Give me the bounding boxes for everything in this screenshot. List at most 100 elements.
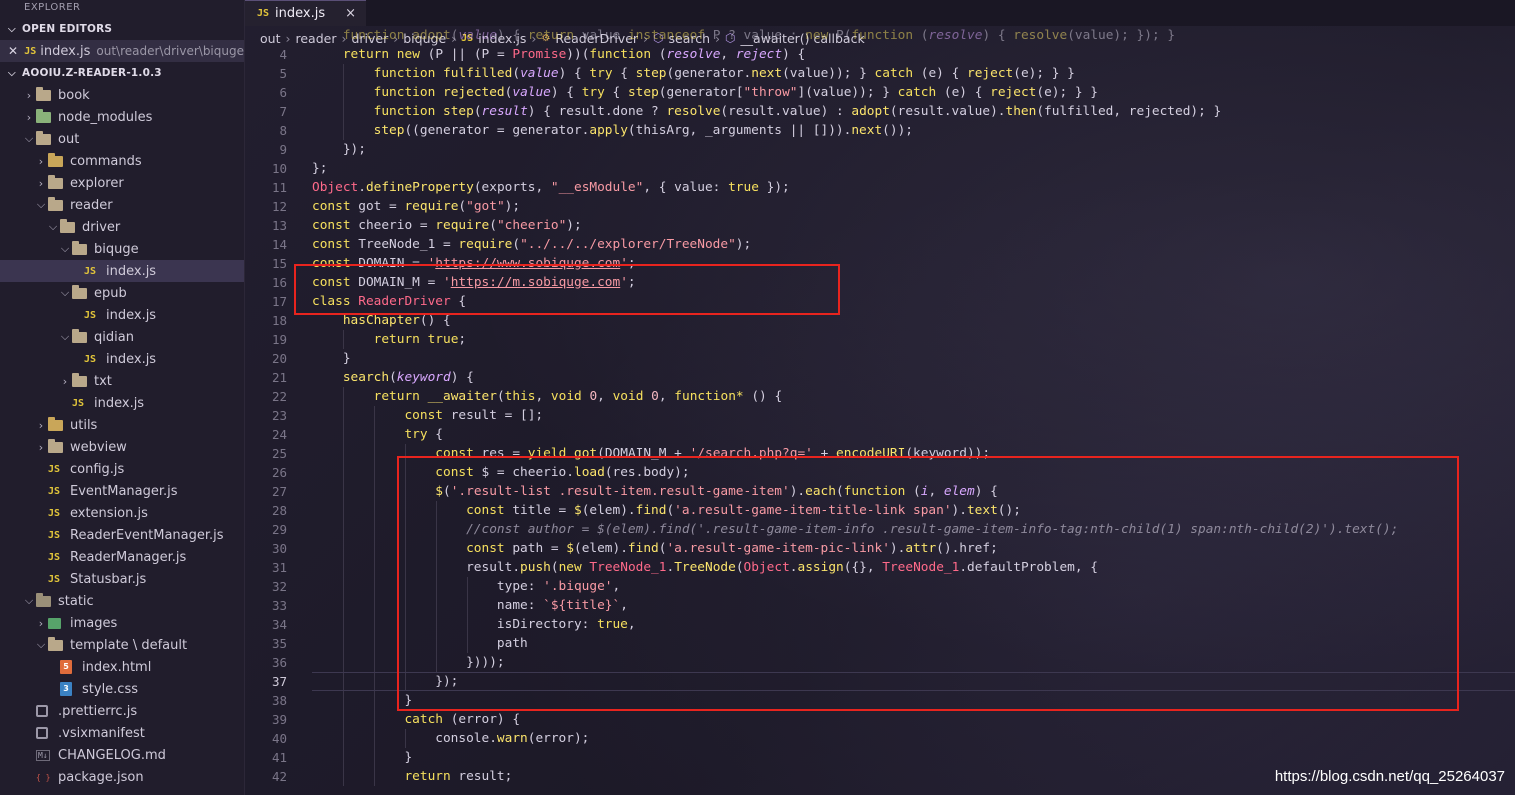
tree-item[interactable]: ⌵ epub [0,282,244,304]
line-number: 36 [271,655,287,670]
tree-item-label: epub [94,285,127,301]
line-number: 17 [271,294,287,309]
tree-item[interactable]: M↓ CHANGELOG.md [0,744,244,766]
line-number: 19 [271,332,287,347]
explorer-title: EXPLORER [24,2,81,13]
chevron-down-icon: ⌵ [8,67,16,79]
line-number: 9 [279,142,287,157]
tree-item-label: style.css [82,681,138,697]
line-number: 18 [271,313,287,328]
close-icon[interactable]: ✕ [8,44,20,58]
line-number: 26 [271,465,287,480]
tree-item-label: driver [82,219,121,235]
tree-item[interactable]: › images [0,612,244,634]
tree-item-label: commands [70,153,142,169]
tree-item[interactable]: 5 index.html [0,656,244,678]
line-number: 27 [271,484,287,499]
tree-item[interactable]: › explorer [0,172,244,194]
chevron-right-icon: › [38,154,44,168]
line-content: Object.defineProperty(exports, "__esModu… [312,180,790,195]
tree-item-label: index.js [94,395,145,411]
project-header[interactable]: ⌵ AOOIU.Z-READER-1.0.3 [0,62,244,84]
open-editor-name: index.js [40,43,91,59]
tree-item[interactable]: JS Statusbar.js [0,568,244,590]
chevron-down-icon: ⌵ [60,242,70,255]
code-line: 23 const result = []; [245,406,1515,425]
config-file-icon [36,705,58,717]
tree-item[interactable]: JS index.js [0,392,244,414]
tree-item[interactable]: JS config.js [0,458,244,480]
folder-icon [48,152,70,167]
tree-item[interactable]: ⌵ qidian [0,326,244,348]
tree-item[interactable]: › book [0,84,244,106]
line-number: 41 [271,750,287,765]
tree-item[interactable]: › node_modules [0,106,244,128]
code-line: 39 catch (error) { [245,710,1515,729]
tree-item[interactable]: › webview [0,436,244,458]
tree-item-label: txt [94,373,112,389]
tree-item-label: CHANGELOG.md [58,747,166,763]
tree-item[interactable]: JS EventManager.js [0,480,244,502]
css-file-icon: 3 [60,682,82,696]
chevron-down-icon: ⌵ [8,23,16,35]
tree-item[interactable]: › txt [0,370,244,392]
folder-icon [72,284,94,299]
code-line: 13 const cheerio = require("cheerio"); [245,216,1515,235]
chevron-right-icon: › [38,616,44,630]
highlight-box-domains [294,264,840,315]
chevron-down-icon: ⌵ [36,198,46,211]
folder-icon [72,240,94,255]
open-editors-header[interactable]: ⌵ OPEN EDITORS [0,18,244,40]
code-line: 14 const TreeNode_1 = require("../../../e… [245,235,1515,254]
tree-item[interactable]: JS index.js [0,260,244,282]
tree-item-label: index.js [106,351,157,367]
line-content: return result; [404,769,513,784]
line-content: try { [404,427,443,442]
line-content: } [312,750,413,765]
tree-item[interactable]: › commands [0,150,244,172]
code-line: 21 search(keyword) { [245,368,1515,387]
line-content: }; [312,161,328,176]
js-file-icon: JS [48,573,61,585]
tree-item-label: images [70,615,118,631]
tab-bar: JS index.js × [245,0,1515,26]
tree-item[interactable]: ⌵ template \ default [0,634,244,656]
open-editor-item[interactable]: ✕ JS index.js out\reader\driver\biquge [0,40,244,62]
tree-item-label: extension.js [70,505,148,521]
tree-item[interactable]: .vsixmanifest [0,722,244,744]
line-content: return new (P || (P = Promise))(function… [342,47,806,62]
tree-item[interactable]: JS extension.js [0,502,244,524]
js-file-icon: JS [48,463,61,475]
tree-item-label: utils [70,417,98,433]
tree-item[interactable]: ⌵ biquge [0,238,244,260]
line-content: catch (error) { [404,712,521,727]
tab-index-js[interactable]: JS index.js × [245,0,366,26]
chevron-down-icon: ⌵ [24,594,34,607]
line-number: 37 [271,674,287,689]
line-number: 7 [279,104,287,119]
chevron-right-icon: › [62,374,68,388]
tree-item[interactable]: ⌵ out [0,128,244,150]
tree-item-label: .vsixmanifest [58,725,145,741]
line-number: 29 [271,522,287,537]
tree-item[interactable]: JS index.js [0,348,244,370]
tree-item-label: package.json [58,769,144,785]
tree-item[interactable]: JS index.js [0,304,244,326]
indent-guide [343,672,344,691]
tree-item[interactable]: JS ReaderEventManager.js [0,524,244,546]
line-number: 5 [279,66,287,81]
close-icon[interactable]: × [345,6,356,21]
tree-item[interactable]: .prettierrc.js [0,700,244,722]
line-number: 4 [279,47,287,62]
tree-item[interactable]: ⌵ static [0,590,244,612]
tree-item[interactable]: ⌵ reader [0,194,244,216]
tree-item[interactable]: JS ReaderManager.js [0,546,244,568]
line-number: 13 [271,218,287,233]
line-number: 35 [271,636,287,651]
tree-item[interactable]: ⌵ driver [0,216,244,238]
tree-item[interactable]: › utils [0,414,244,436]
tree-item[interactable]: { } package.json [0,766,244,788]
tree-item[interactable]: 3 style.css [0,678,244,700]
open-editors-label: OPEN EDITORS [22,23,113,35]
tree-item-label: index.html [82,659,152,675]
